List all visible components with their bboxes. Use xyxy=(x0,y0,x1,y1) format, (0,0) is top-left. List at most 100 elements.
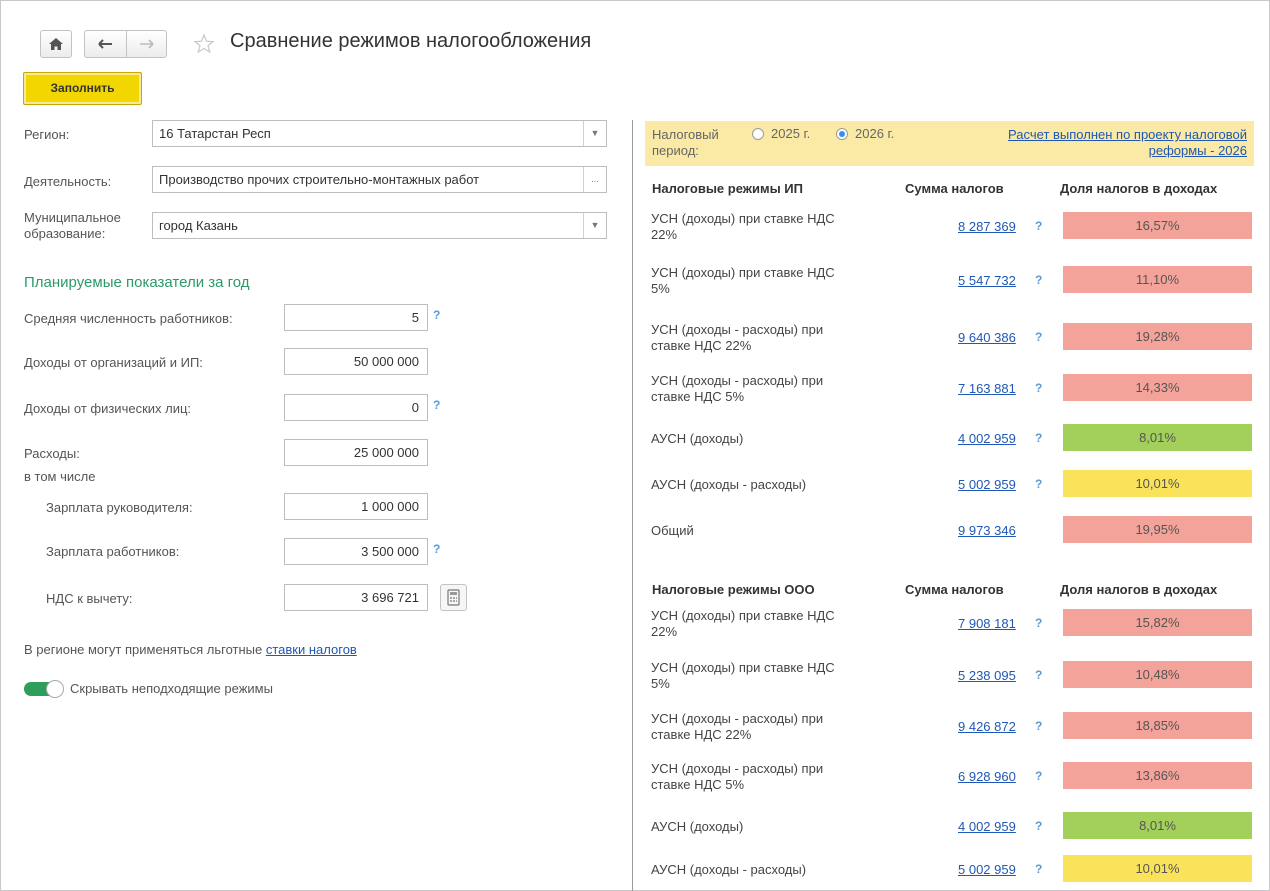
reform-link-line1[interactable]: Расчет выполнен по проекту налоговой xyxy=(940,127,1247,143)
tax-sum-link[interactable]: 7 163 881 xyxy=(958,381,1016,396)
period-2025-label[interactable]: 2025 г. xyxy=(771,126,810,142)
home-button[interactable] xyxy=(40,30,72,58)
regime-name: АУСН (доходы - расходы) xyxy=(651,477,881,493)
question-icon[interactable]: ? xyxy=(1035,477,1042,491)
salary-head-field[interactable]: 1 000 000 xyxy=(284,493,428,520)
period-label-line1: Налоговый xyxy=(652,127,719,142)
regime-name-line2: ставке НДС 22% xyxy=(651,727,752,742)
regime-name-line1: УСН (доходы - расходы) при xyxy=(651,373,824,388)
employees-field[interactable]: 5 xyxy=(284,304,428,331)
section-title: Планируемые показатели за год xyxy=(24,274,250,291)
income-phys-field[interactable]: 0 xyxy=(284,394,428,421)
regime-name-line1: УСН (доходы - расходы) при xyxy=(651,322,824,337)
dropdown-icon[interactable]: ▼ xyxy=(583,121,606,146)
tax-sum-link[interactable]: 9 973 346 xyxy=(958,523,1016,538)
question-icon[interactable]: ? xyxy=(1035,616,1042,630)
tax-sum-link[interactable]: 5 002 959 xyxy=(958,862,1016,877)
period-2025-radio[interactable] xyxy=(752,128,764,140)
salary-staff-field[interactable]: 3 500 000 xyxy=(284,538,428,565)
tax-share-cell: 19,95% xyxy=(1063,516,1252,543)
star-icon[interactable] xyxy=(192,32,216,56)
tax-sum-link[interactable]: 7 908 181 xyxy=(958,616,1016,631)
forward-button[interactable] xyxy=(127,31,167,57)
question-icon[interactable]: ? xyxy=(1035,719,1042,733)
regime-name: УСН (доходы) при ставке НДС 5% xyxy=(651,265,881,297)
arrow-left-icon xyxy=(98,39,112,49)
benefits-text: В регионе могут применяться льготные xyxy=(24,642,263,657)
regime-name-line1: Общий xyxy=(651,523,694,538)
municipality-field[interactable]: город Казань ▼ xyxy=(152,212,607,239)
expenses-field[interactable]: 25 000 000 xyxy=(284,439,428,466)
question-icon[interactable]: ? xyxy=(1035,769,1042,783)
tax-share-cell: 10,01% xyxy=(1063,470,1252,497)
regime-name: УСН (доходы) при ставке НДС 22% xyxy=(651,608,881,640)
activity-value: Производство прочих строительно-монтажны… xyxy=(159,172,480,187)
page-title: Сравнение режимов налогообложения xyxy=(230,30,592,52)
regime-name-line1: УСН (доходы) при ставке НДС xyxy=(651,608,835,623)
question-icon[interactable]: ? xyxy=(1035,381,1042,395)
period-label-line2: период: xyxy=(652,143,699,158)
salary-head-label: Зарплата руководителя: xyxy=(46,500,193,515)
activity-label: Деятельность: xyxy=(24,174,112,189)
ooo-sum-header: Сумма налогов xyxy=(905,582,1004,597)
income-org-field[interactable]: 50 000 000 xyxy=(284,348,428,375)
reform-link-line2[interactable]: реформы - 2026 xyxy=(940,143,1247,159)
tax-sum-link[interactable]: 8 287 369 xyxy=(958,219,1016,234)
toggle-knob xyxy=(46,680,64,698)
tax-share-cell: 11,10% xyxy=(1063,266,1252,293)
including-label: в том числе xyxy=(24,469,96,484)
calculator-icon xyxy=(447,589,460,606)
question-icon[interactable]: ? xyxy=(1035,219,1042,233)
expenses-label: Расходы: xyxy=(24,446,80,461)
regime-name-line1: АУСН (доходы - расходы) xyxy=(651,477,807,492)
tax-share-cell: 16,57% xyxy=(1063,212,1252,239)
tax-sum-link[interactable]: 9 426 872 xyxy=(958,719,1016,734)
question-icon[interactable]: ? xyxy=(433,542,440,556)
back-button[interactable] xyxy=(85,31,127,57)
region-label: Регион: xyxy=(24,127,70,142)
period-2026-label[interactable]: 2026 г. xyxy=(855,126,894,142)
activity-field[interactable]: Производство прочих строительно-монтажны… xyxy=(152,166,607,193)
tax-sum-link[interactable]: 5 002 959 xyxy=(958,477,1016,492)
tax-sum-link[interactable]: 4 002 959 xyxy=(958,431,1016,446)
regime-name: УСН (доходы) при ставке НДС 5% xyxy=(651,660,881,692)
question-icon[interactable]: ? xyxy=(1035,273,1042,287)
ip-header: Налоговые режимы ИП xyxy=(652,181,803,196)
tax-rates-link[interactable]: ставки налогов xyxy=(266,642,357,657)
vat-deduct-field[interactable]: 3 696 721 xyxy=(284,584,428,611)
dropdown-icon[interactable]: ▼ xyxy=(583,213,606,238)
employees-label: Средняя численность работников: xyxy=(24,311,233,326)
question-icon[interactable]: ? xyxy=(1035,819,1042,833)
period-2026-radio[interactable] xyxy=(836,128,848,140)
regime-name: АУСН (доходы) xyxy=(651,431,881,447)
income-phys-label: Доходы от физических лиц: xyxy=(24,401,192,416)
reform-link[interactable]: Расчет выполнен по проекту налоговой реф… xyxy=(940,127,1247,159)
question-icon[interactable]: ? xyxy=(433,398,440,412)
question-icon[interactable]: ? xyxy=(1035,330,1042,344)
question-icon[interactable]: ? xyxy=(1035,862,1042,876)
tax-sum-link[interactable]: 6 928 960 xyxy=(958,769,1016,784)
benefits-note: В регионе могут применяться льготные ста… xyxy=(24,642,357,658)
regime-name-line2: 5% xyxy=(651,676,670,691)
salary-staff-label: Зарплата работников: xyxy=(46,544,180,559)
tax-sum-link[interactable]: 5 238 095 xyxy=(958,668,1016,683)
fill-button[interactable]: Заполнить xyxy=(23,72,142,105)
ip-share-header: Доля налогов в доходах xyxy=(1060,181,1218,196)
municipality-label-line2: образование: xyxy=(24,226,106,241)
hide-modes-toggle[interactable] xyxy=(24,680,64,698)
regime-name: АУСН (доходы) xyxy=(651,819,881,835)
ellipsis-icon[interactable]: ... xyxy=(583,167,606,192)
regime-name-line1: УСН (доходы) при ставке НДС xyxy=(651,660,835,675)
question-icon[interactable]: ? xyxy=(1035,431,1042,445)
region-field[interactable]: 16 Татарстан Респ ▼ xyxy=(152,120,607,147)
tax-share-cell: 13,86% xyxy=(1063,762,1252,789)
question-icon[interactable]: ? xyxy=(1035,668,1042,682)
tax-sum-link[interactable]: 4 002 959 xyxy=(958,819,1016,834)
regime-name-line2: ставке НДС 22% xyxy=(651,338,752,353)
ip-sum-header: Сумма налогов xyxy=(905,181,1004,196)
municipality-value: город Казань xyxy=(159,218,238,233)
tax-sum-link[interactable]: 9 640 386 xyxy=(958,330,1016,345)
question-icon[interactable]: ? xyxy=(433,308,440,322)
tax-sum-link[interactable]: 5 547 732 xyxy=(958,273,1016,288)
calculator-button[interactable] xyxy=(440,584,467,611)
